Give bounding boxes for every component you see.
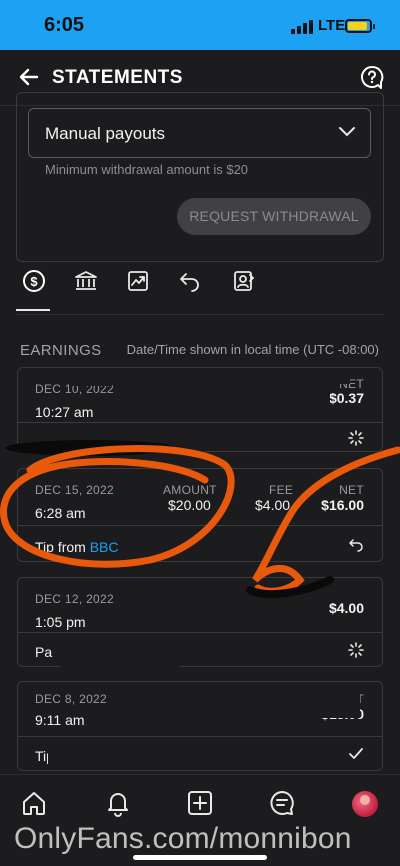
pending-spinner-icon [348, 430, 364, 446]
page-title: STATEMENTS [52, 67, 183, 88]
transaction-amount: $20.00 [168, 497, 211, 513]
status-bar: 6:05 LTE [0, 0, 400, 50]
avatar[interactable] [352, 791, 378, 817]
payout-mode-value: Manual payouts [45, 124, 166, 143]
dollar-icon[interactable]: $ [22, 269, 46, 293]
transaction-time: 10:27 am [35, 404, 94, 420]
transaction-net: $15.00 [321, 706, 364, 722]
transaction-net: $0.37 [328, 390, 364, 406]
request-withdrawal-button[interactable]: REQUEST WITHDRAWAL [177, 198, 371, 235]
bank-icon[interactable] [74, 269, 98, 293]
transaction-time: 1:05 pm [35, 614, 86, 630]
transaction-fee-label: FEE [272, 690, 297, 704]
network-label: LTE [318, 17, 346, 34]
transaction-card[interactable]: DEC 8, 2022 9:11 am AMOUNT FEE NET $15.0… [17, 681, 383, 771]
back-arrow-icon[interactable] [16, 64, 42, 90]
transaction-header: DEC 8, 2022 9:11 am AMOUNT FEE NET $15.0… [18, 682, 382, 737]
home-indicator [133, 855, 267, 860]
transaction-header: DEC 15, 2022 6:28 am AMOUNT $20.00 FEE $… [18, 469, 382, 526]
transaction-date: DEC 10, 2022 [35, 382, 114, 396]
transaction-net-label: NET [339, 692, 364, 706]
signal-icon [291, 20, 315, 34]
transaction-card[interactable]: DEC 15, 2022 6:28 am AMOUNT $20.00 FEE $… [17, 468, 383, 562]
transaction-description: Tip from BBC [35, 539, 119, 555]
transaction-amount: $0.50 [176, 390, 212, 406]
transaction-time: 6:28 am [35, 505, 86, 521]
transaction-net: $16.00 [321, 497, 364, 513]
person-card-icon[interactable] [232, 269, 256, 293]
home-icon[interactable] [20, 789, 48, 817]
transaction-description: Pa [35, 644, 53, 660]
transaction-fee: $4.00 [255, 497, 291, 513]
transaction-time: 9:11 am [35, 712, 85, 728]
transaction-header: DEC 12, 2022 1:05 pm AMOUNT $4.00 [18, 578, 382, 633]
checkmark-icon [349, 748, 363, 759]
battery-icon [345, 19, 375, 33]
status-time: 6:05 [44, 14, 85, 36]
transaction-amount-label: AMOUNT [163, 483, 217, 497]
chevron-down-icon [339, 127, 355, 137]
transaction-description: Tip f [35, 748, 62, 764]
add-post-icon[interactable] [186, 789, 214, 817]
statement-tabs: $ [16, 265, 384, 315]
bell-icon[interactable] [104, 789, 132, 817]
sender-link[interactable]: BBC [90, 539, 119, 555]
chart-icon[interactable] [126, 269, 150, 293]
timezone-note: Date/Time shown in local time (UTC -08:0… [126, 342, 379, 357]
transaction-fee-label: FEE [269, 483, 294, 497]
help-icon[interactable] [360, 65, 384, 91]
watermark-text: OnlyFans.com/monnibon [14, 822, 352, 855]
payout-mode-select[interactable]: Manual payouts [28, 108, 371, 158]
transaction-date: DEC 12, 2022 [35, 592, 114, 606]
transaction-date: DEC 15, 2022 [35, 483, 114, 497]
transaction-card[interactable]: DEC 10, 2022 10:27 am $0.50 NET $0.37 [17, 367, 383, 452]
active-tab-indicator [16, 309, 50, 311]
refund-icon[interactable] [178, 269, 202, 293]
transaction-card[interactable]: DEC 12, 2022 1:05 pm AMOUNT $4.00 Pa [17, 577, 383, 667]
pending-spinner-icon [348, 642, 364, 658]
earnings-title: EARNINGS [20, 342, 102, 359]
transaction-net-label: NET [339, 377, 364, 391]
messages-icon[interactable] [268, 789, 296, 817]
transaction-amount-label: AMOUNT [162, 690, 216, 704]
svg-text:$: $ [30, 274, 38, 289]
min-withdrawal-note: Minimum withdrawal amount is $20 [45, 162, 249, 177]
transaction-net-label: NET [339, 483, 364, 497]
transaction-header: DEC 10, 2022 10:27 am $0.50 NET $0.37 [18, 368, 382, 423]
transaction-net: $4.00 [328, 600, 364, 616]
transaction-date: DEC 8, 2022 [35, 692, 108, 706]
transaction-amount-label: AMOUNT [162, 586, 216, 600]
refund-icon[interactable] [348, 537, 364, 553]
